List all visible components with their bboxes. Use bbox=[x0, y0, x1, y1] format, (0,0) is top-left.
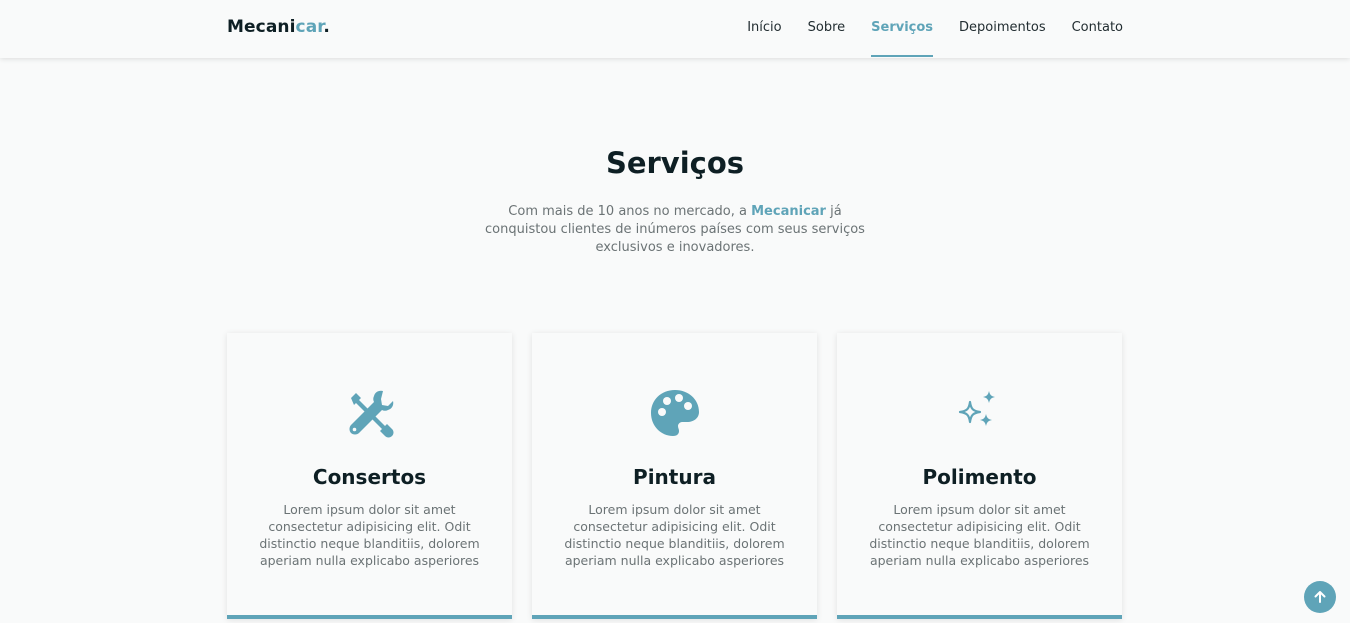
scroll-to-top-button[interactable] bbox=[1304, 581, 1336, 613]
arrow-up-icon bbox=[1314, 591, 1326, 603]
service-card-text: Lorem ipsum dolor sit amet consectetur a… bbox=[869, 502, 1090, 568]
service-card-title: Pintura bbox=[633, 465, 716, 489]
brand-name-accent: car bbox=[295, 17, 324, 37]
brand-logo[interactable]: Mecanicar. bbox=[227, 17, 330, 37]
nav-item-inicio[interactable]: Início bbox=[747, 0, 781, 58]
section-title: Serviços bbox=[605, 146, 745, 180]
service-card-text: Lorem ipsum dolor sit amet consectetur a… bbox=[259, 502, 480, 568]
nav-item-depoimentos[interactable]: Depoimentos bbox=[959, 0, 1046, 58]
nav-item-sobre[interactable]: Sobre bbox=[808, 0, 846, 58]
sparkles-icon bbox=[953, 387, 1007, 441]
service-card-text: Lorem ipsum dolor sit amet consectetur a… bbox=[564, 502, 785, 568]
service-card-polimento: Polimento Lorem ipsum dolor sit amet con… bbox=[837, 333, 1122, 619]
service-card-consertos: Consertos Lorem ipsum dolor sit amet con… bbox=[227, 333, 512, 619]
service-card-title: Polimento bbox=[922, 465, 1037, 489]
subtitle-brand: Mecanicar bbox=[751, 204, 826, 219]
site-header: Mecanicar. Início Sobre Serviços Depoime… bbox=[0, 0, 1350, 58]
brand-name-dot: . bbox=[323, 17, 330, 37]
subtitle-text-before: Com mais de 10 anos no mercado, a bbox=[508, 204, 752, 219]
nav-item-contato[interactable]: Contato bbox=[1072, 0, 1123, 58]
service-card-pintura: Pintura Lorem ipsum dolor sit amet conse… bbox=[532, 333, 817, 619]
section-subtitle: Com mais de 10 anos no mercado, a Mecani… bbox=[475, 203, 875, 257]
palette-icon bbox=[648, 387, 702, 441]
service-card-title: Consertos bbox=[312, 465, 427, 489]
tools-icon bbox=[343, 387, 397, 441]
main-nav: Início Sobre Serviços Depoimentos Contat… bbox=[747, 0, 1123, 58]
nav-item-servicos[interactable]: Serviços bbox=[871, 0, 933, 58]
brand-name-main: Mecani bbox=[227, 17, 296, 37]
